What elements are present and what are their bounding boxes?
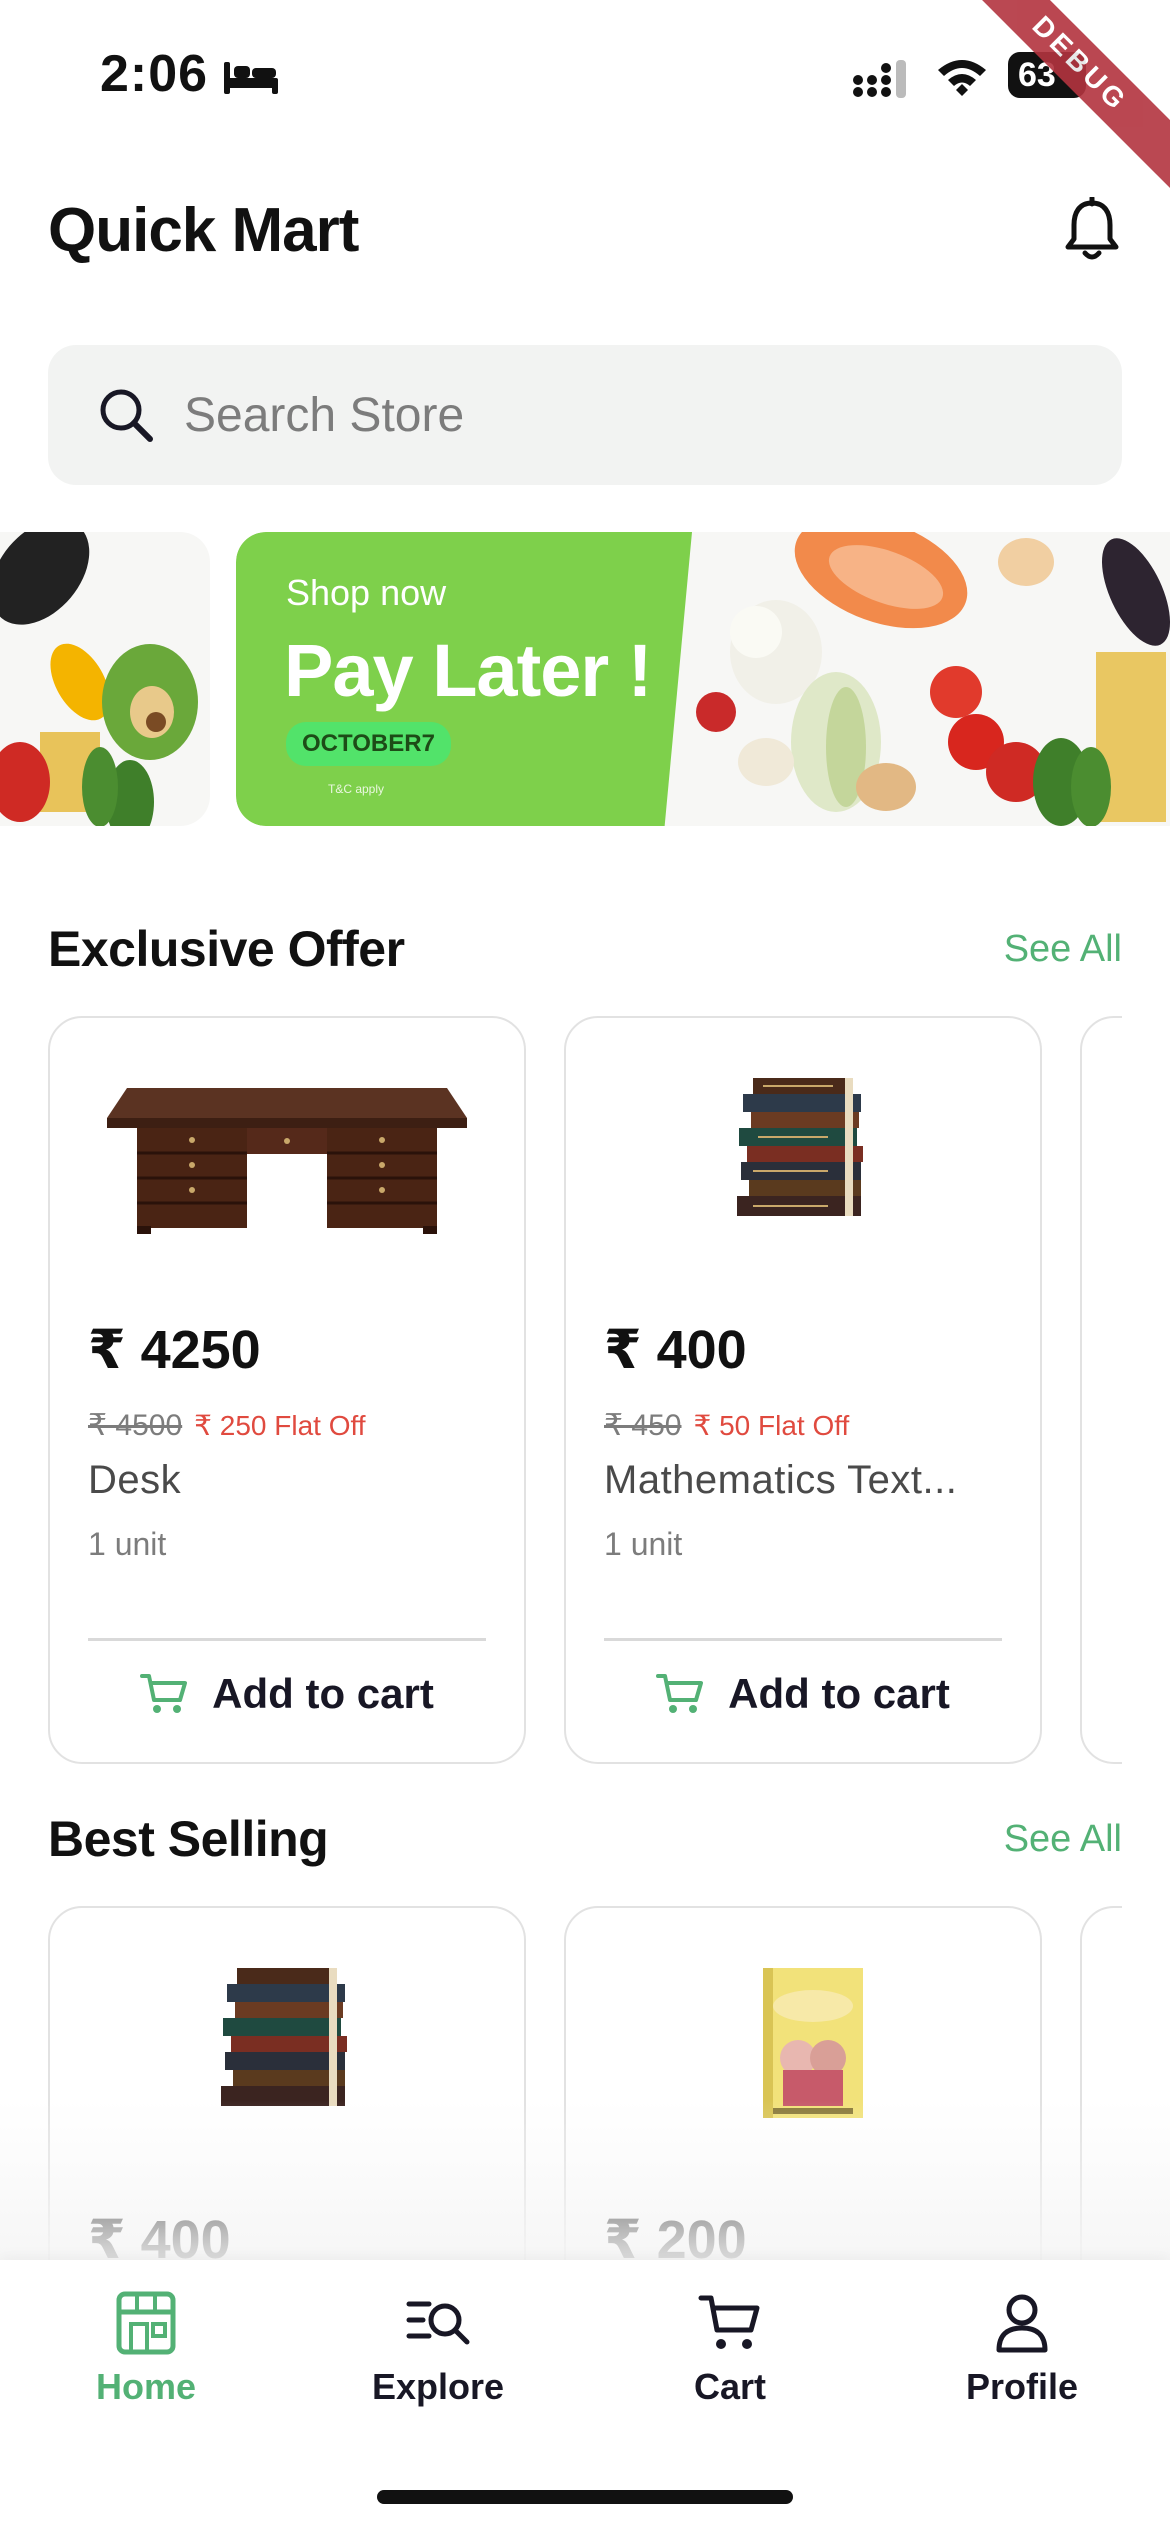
desk-image <box>107 1088 467 1234</box>
cellular-signal-icon <box>853 60 906 98</box>
status-bar: 2:06 63 DEBUG <box>0 0 1170 195</box>
product-card[interactable]: ₹ 200 <box>564 1906 1042 2286</box>
vegetables-image <box>0 532 198 826</box>
app-title: Quick Mart <box>48 195 359 265</box>
nav-tab-explore[interactable]: Explore <box>328 2290 548 2408</box>
product-price: ₹ 400 <box>604 1320 747 1380</box>
product-card[interactable]: ₹ 400 ₹ 450 ₹ 50 Flat Off Mathematics Te… <box>564 1016 1042 1764</box>
cookbook-image <box>763 1968 863 2118</box>
product-card-partial[interactable] <box>1080 1906 1122 2286</box>
price-details: ₹ 4500 ₹ 250 Flat Off <box>88 1408 366 1443</box>
nav-label-home: Home <box>95 2366 197 2407</box>
profile-icon <box>996 2294 1048 2353</box>
exclusive-offer-list[interactable]: ₹ 4250 ₹ 4500 ₹ 250 Flat Off Desk 1 unit… <box>48 1016 1122 1766</box>
card-divider <box>88 1638 486 1641</box>
exclusive-offer-see-all-link[interactable]: See All <box>1004 928 1122 971</box>
store-icon <box>116 2291 176 2355</box>
sleep-focus-icon <box>224 62 278 94</box>
banner-terms: T&C apply <box>328 782 385 796</box>
product-unit: 1 unit <box>88 1526 167 1562</box>
add-to-cart-button[interactable]: Add to cart <box>566 1670 1040 1718</box>
cart-icon <box>698 2295 760 2349</box>
promo-carousel[interactable]: Shop now Pay Later ! OCTOBER7 T&C apply <box>0 532 1170 826</box>
product-price: ₹ 4250 <box>88 1320 261 1380</box>
nav-tab-cart[interactable]: Cart <box>620 2290 840 2408</box>
product-card[interactable]: ₹ 400 <box>48 1906 526 2286</box>
status-time: 2:06 <box>100 45 209 103</box>
promo-banner-previous[interactable] <box>0 532 210 826</box>
promo-banner-pay-later[interactable]: Shop now Pay Later ! OCTOBER7 T&C apply <box>236 532 1170 826</box>
add-to-cart-button[interactable]: Add to cart <box>50 1670 524 1718</box>
app-header: Quick Mart <box>48 180 1122 280</box>
original-price: ₹ 450 <box>604 1409 682 1442</box>
best-selling-header: Best Selling See All <box>48 1810 1122 1868</box>
product-card-partial[interactable] <box>1080 1016 1122 1764</box>
bell-icon[interactable] <box>1062 197 1122 263</box>
exclusive-offer-header: Exclusive Offer See All <box>48 920 1122 978</box>
product-card[interactable]: ₹ 4250 ₹ 4500 ₹ 250 Flat Off Desk 1 unit… <box>48 1016 526 1764</box>
add-to-cart-label: Add to cart <box>728 1670 950 1717</box>
card-divider <box>604 1638 1002 1641</box>
banner-kicker: Shop now <box>286 572 447 613</box>
product-name: Mathematics Text... <box>604 1458 958 1502</box>
home-indicator[interactable] <box>377 2490 793 2504</box>
nav-tab-home[interactable]: Home <box>36 2290 256 2408</box>
best-selling-title: Best Selling <box>48 1811 329 1867</box>
best-selling-see-all-link[interactable]: See All <box>1004 1818 1122 1861</box>
cart-icon <box>140 1674 188 1713</box>
price-details: ₹ 450 ₹ 50 Flat Off <box>604 1408 849 1443</box>
nav-tab-profile[interactable]: Profile <box>912 2290 1132 2408</box>
product-name: Desk <box>88 1458 182 1502</box>
search-bar[interactable] <box>48 345 1122 485</box>
search-input[interactable] <box>184 387 984 443</box>
promo-code-badge: OCTOBER7 <box>286 722 451 766</box>
explore-icon <box>406 2301 470 2345</box>
discount-label: ₹ 50 Flat Off <box>693 1410 850 1441</box>
nav-label-cart: Cart <box>693 2366 767 2407</box>
search-icon <box>100 389 153 442</box>
wifi-icon <box>938 60 986 96</box>
cart-icon <box>656 1674 704 1713</box>
nav-label-explore: Explore <box>371 2366 505 2407</box>
books-stack-image <box>221 1968 347 2106</box>
discount-label: ₹ 250 Flat Off <box>194 1410 366 1441</box>
product-unit: 1 unit <box>604 1526 683 1562</box>
best-selling-list[interactable]: ₹ 400 ₹ 200 <box>48 1906 1122 2286</box>
add-to-cart-label: Add to cart <box>212 1670 434 1717</box>
nav-label-profile: Profile <box>965 2366 1079 2407</box>
banner-headline: Pay Later ! <box>284 629 652 712</box>
books-stack-image <box>737 1078 863 1216</box>
original-price: ₹ 4500 <box>88 1409 183 1442</box>
exclusive-offer-title: Exclusive Offer <box>48 921 405 977</box>
